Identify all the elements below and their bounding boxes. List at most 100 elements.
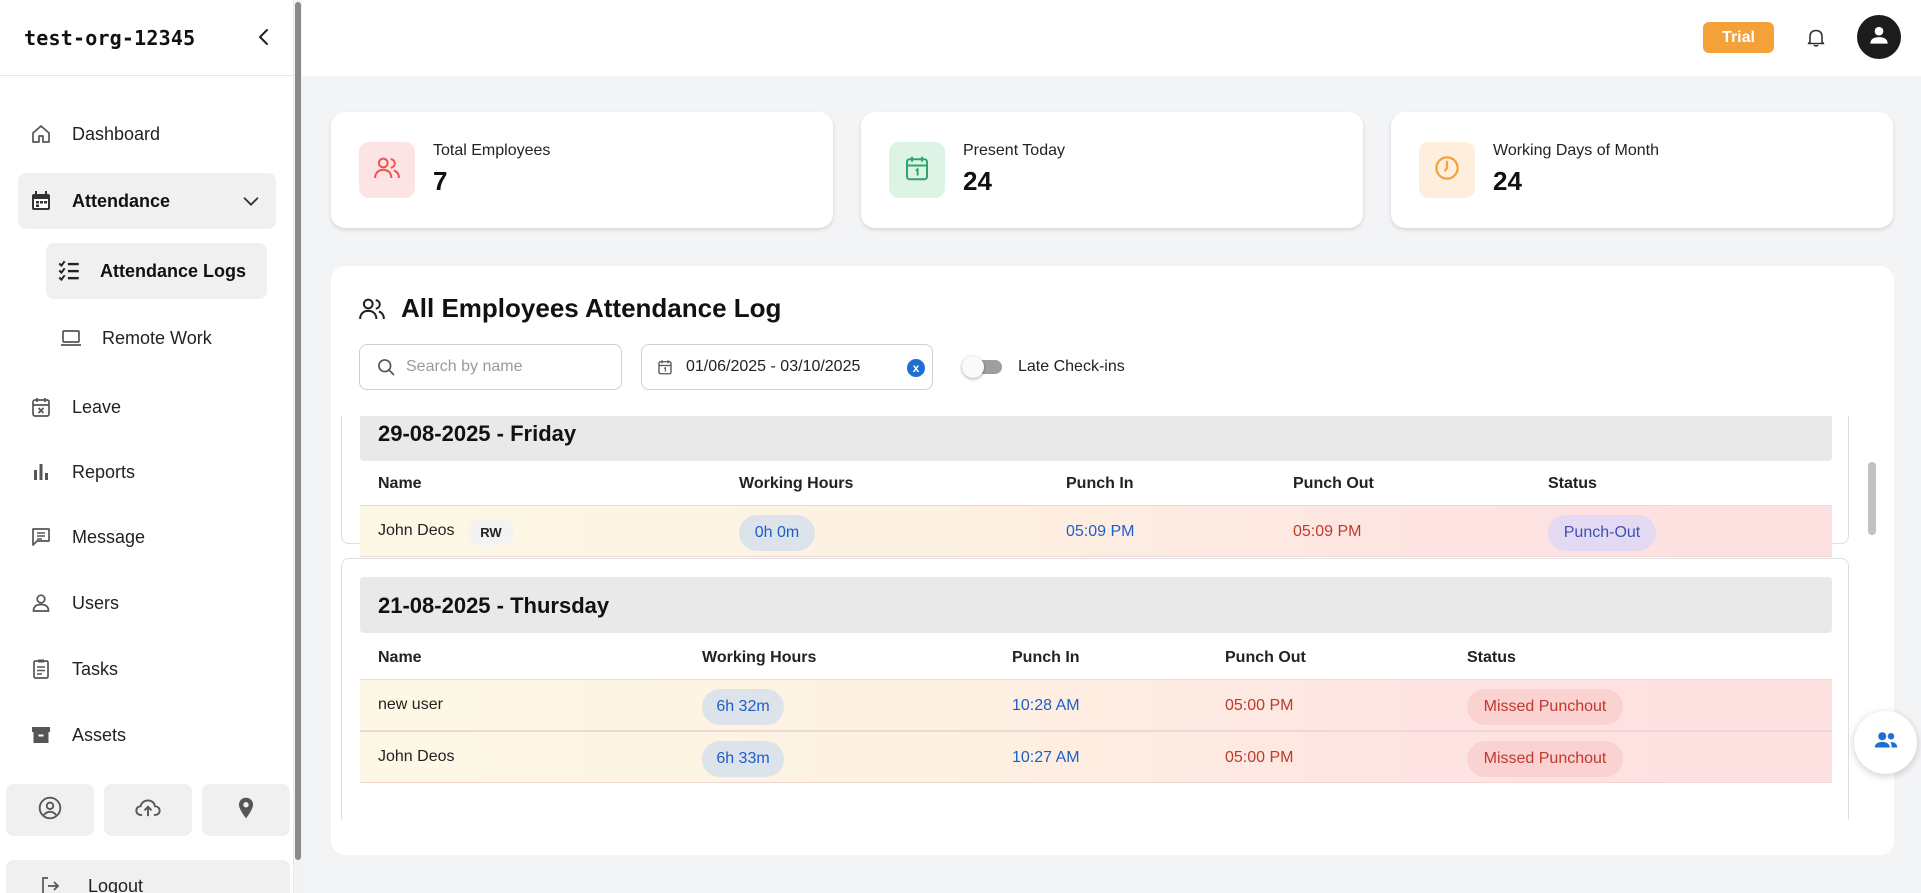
late-checkins-toggle[interactable] bbox=[962, 356, 1006, 378]
sidebar-item-label: Leave bbox=[72, 396, 122, 417]
table-row[interactable]: new user 6h 32m 10:28 AM 05:00 PM Missed… bbox=[360, 679, 1832, 731]
column-header: Punch Out bbox=[1293, 475, 1374, 492]
users-outline-icon bbox=[357, 294, 387, 329]
sidebar-item-tasks[interactable]: Tasks bbox=[18, 641, 276, 697]
punch-in-time: 10:28 AM bbox=[1012, 697, 1080, 714]
working-hours-pill: 0h 0m bbox=[739, 515, 815, 551]
users-icon bbox=[372, 153, 402, 188]
notification-bell-icon[interactable] bbox=[1804, 25, 1828, 54]
column-header: Name bbox=[378, 649, 422, 666]
status-badge: Missed Punchout bbox=[1467, 689, 1623, 725]
panel-title: All Employees Attendance Log bbox=[401, 293, 782, 323]
message-icon bbox=[28, 524, 54, 550]
profile-button[interactable] bbox=[6, 784, 94, 836]
punch-out-time: 05:00 PM bbox=[1225, 749, 1294, 766]
sidebar-item-message[interactable]: Message bbox=[18, 509, 276, 565]
sidebar-item-label: Attendance Logs bbox=[100, 260, 247, 281]
table-row[interactable]: John Deos RW 0h 0m 05:09 PM 05:09 PM Pun… bbox=[360, 505, 1832, 557]
quick-actions bbox=[6, 784, 290, 836]
status-badge: Punch-Out bbox=[1548, 515, 1656, 551]
stat-icon-box bbox=[889, 142, 945, 198]
toggle-knob bbox=[962, 356, 984, 378]
status-badge: Missed Punchout bbox=[1467, 741, 1623, 777]
sidebar-scrollbar[interactable] bbox=[294, 0, 302, 893]
column-header: Status bbox=[1467, 649, 1516, 666]
list-scrollbar-thumb[interactable] bbox=[1868, 462, 1876, 535]
clipboard-icon bbox=[28, 656, 54, 682]
sidebar-item-users[interactable]: Users bbox=[18, 575, 276, 631]
logout-icon bbox=[38, 874, 62, 893]
calendar-x-icon bbox=[28, 394, 54, 420]
sidebar-item-remote-work[interactable]: Remote Work bbox=[46, 310, 266, 366]
sidebar-item-attendance-logs[interactable]: Attendance Logs bbox=[46, 243, 267, 299]
table-row[interactable]: John Deos 6h 33m 10:27 AM 05:00 PM Misse… bbox=[360, 731, 1832, 783]
collapse-sidebar-icon[interactable] bbox=[252, 25, 276, 49]
sidebar-item-label: Reports bbox=[72, 461, 136, 482]
column-header: Punch In bbox=[1066, 475, 1134, 492]
sidebar-item-label: Dashboard bbox=[72, 123, 161, 144]
stat-title: Present Today bbox=[963, 142, 1065, 159]
sidebar-scrollbar-thumb[interactable] bbox=[295, 2, 301, 860]
day-group: 29-08-2025 - Friday Name Working Hours P… bbox=[341, 416, 1849, 557]
stat-title: Total Employees bbox=[433, 142, 551, 159]
org-header: test-org-12345 bbox=[0, 0, 294, 76]
attendance-log-panel: All Employees Attendance Log Search by n… bbox=[331, 266, 1894, 855]
checklist-icon bbox=[56, 258, 82, 284]
sidebar-item-attendance[interactable]: Attendance bbox=[18, 173, 276, 229]
sidebar-item-leave[interactable]: Leave bbox=[18, 379, 276, 435]
top-bar bbox=[302, 0, 1921, 76]
date-range-picker[interactable]: 01/06/2025 - 03/10/2025 x bbox=[641, 344, 933, 390]
search-icon bbox=[376, 357, 396, 382]
sidebar-item-label: Attendance bbox=[72, 190, 171, 211]
sidebar-item-label: Users bbox=[72, 592, 120, 613]
search-input[interactable]: Search by name bbox=[359, 344, 622, 390]
attendance-day-list: 29-08-2025 - Friday Name Working Hours P… bbox=[341, 416, 1871, 820]
working-hours-pill: 6h 32m bbox=[702, 689, 784, 725]
remote-work-badge: RW bbox=[468, 519, 514, 545]
laptop-icon bbox=[58, 325, 84, 351]
calendar-day-icon bbox=[902, 153, 932, 188]
sidebar-item-label: Message bbox=[72, 526, 146, 547]
logout-button[interactable]: Logout bbox=[6, 860, 290, 893]
trial-badge[interactable]: Trial bbox=[1703, 22, 1774, 53]
sidebar-item-label: Tasks bbox=[72, 658, 119, 679]
working-hours-pill: 6h 33m bbox=[702, 741, 784, 777]
day-date: 21-08-2025 - Thursday bbox=[378, 593, 610, 618]
sidebar-item-assets[interactable]: Assets bbox=[18, 707, 276, 763]
day-date: 29-08-2025 - Friday bbox=[378, 421, 577, 446]
clear-date-button[interactable]: x bbox=[907, 359, 925, 377]
employee-name: John Deos bbox=[378, 522, 455, 539]
account-circle-icon bbox=[37, 795, 63, 826]
punch-in-time: 10:27 AM bbox=[1012, 749, 1080, 766]
home-icon bbox=[28, 121, 54, 147]
table-header: Name Working Hours Punch In Punch Out St… bbox=[360, 639, 1832, 679]
stat-card-present-today: Present Today 24 bbox=[861, 112, 1363, 228]
person-icon bbox=[1866, 22, 1892, 53]
team-fab-button[interactable] bbox=[1854, 711, 1917, 774]
employee-name: new user bbox=[378, 696, 443, 713]
org-name: test-org-12345 bbox=[24, 26, 196, 50]
clock-icon bbox=[1432, 153, 1462, 188]
stat-card-total-employees: Total Employees 7 bbox=[331, 112, 833, 228]
sidebar-item-label: Assets bbox=[72, 724, 127, 745]
logout-label: Logout bbox=[88, 876, 144, 893]
sidebar: test-org-12345 Dashboard Attendance Atte… bbox=[0, 0, 294, 893]
late-checkins-label: Late Check-ins bbox=[1018, 358, 1125, 375]
user-avatar[interactable] bbox=[1857, 15, 1901, 59]
search-placeholder: Search by name bbox=[406, 358, 523, 375]
employee-name: John Deos bbox=[378, 748, 455, 765]
stat-title: Working Days of Month bbox=[1493, 142, 1659, 159]
calendar-icon bbox=[28, 188, 54, 214]
punch-out-time: 05:00 PM bbox=[1225, 697, 1294, 714]
punch-out-time: 05:09 PM bbox=[1293, 523, 1362, 540]
sidebar-item-dashboard[interactable]: Dashboard bbox=[18, 106, 276, 162]
sidebar-item-reports[interactable]: Reports bbox=[18, 444, 276, 500]
location-button[interactable] bbox=[202, 784, 290, 836]
archive-icon bbox=[28, 722, 54, 748]
user-icon bbox=[28, 590, 54, 616]
column-header: Status bbox=[1548, 475, 1597, 492]
stat-card-working-days: Working Days of Month 24 bbox=[1391, 112, 1893, 228]
upload-button[interactable] bbox=[104, 784, 192, 836]
column-header: Name bbox=[378, 475, 422, 492]
table-header: Name Working Hours Punch In Punch Out St… bbox=[360, 465, 1832, 505]
